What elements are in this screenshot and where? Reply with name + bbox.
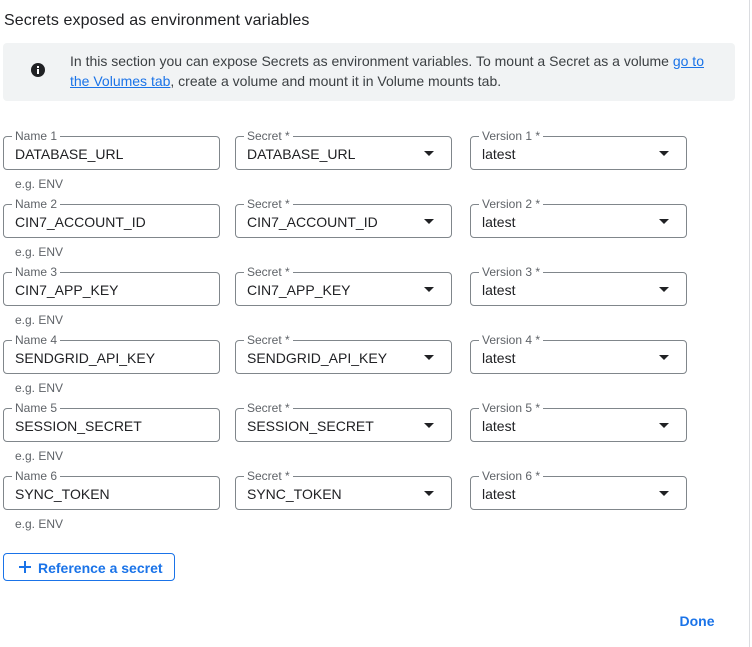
dropdown-arrow-icon[interactable]: [424, 287, 434, 292]
reference-secret-label: Reference a secret: [38, 560, 163, 576]
version-select-4[interactable]: Version 4 * latest: [470, 333, 687, 374]
info-text: In this section you can expose Secrets a…: [70, 51, 720, 91]
name-hint: e.g. ENV: [15, 381, 64, 395]
info-banner: In this section you can expose Secrets a…: [3, 43, 735, 101]
version-select-value: latest: [482, 350, 516, 366]
version-select-2[interactable]: Version 2 * latest: [470, 197, 687, 238]
dropdown-arrow-icon[interactable]: [424, 219, 434, 224]
secret-select-value: CIN7_ACCOUNT_ID: [247, 214, 378, 230]
info-icon: [31, 63, 45, 77]
panel-edge-divider: [749, 0, 750, 647]
name-field-label: Name 4: [12, 333, 61, 347]
dropdown-arrow-icon[interactable]: [424, 355, 434, 360]
secret-select-label: Secret *: [244, 265, 293, 279]
version-select-6[interactable]: Version 6 * latest: [470, 469, 687, 510]
secret-select-label: Secret *: [244, 401, 293, 415]
name-hint: e.g. ENV: [15, 245, 64, 259]
done-button[interactable]: Done: [668, 608, 726, 634]
name-field-value: DATABASE_URL: [15, 146, 124, 162]
version-select-value: latest: [482, 146, 516, 162]
name-field-4[interactable]: Name 4 SENDGRID_API_KEY: [3, 333, 220, 374]
name-field-value: CIN7_APP_KEY: [15, 282, 119, 298]
secret-select-1[interactable]: Secret * DATABASE_URL: [235, 129, 452, 170]
secret-select-4[interactable]: Secret * SENDGRID_API_KEY: [235, 333, 452, 374]
version-select-label: Version 2 *: [479, 197, 544, 211]
plus-icon: [19, 561, 31, 573]
secret-select-value: SESSION_SECRET: [247, 418, 374, 434]
name-field-6[interactable]: Name 6 SYNC_TOKEN: [3, 469, 220, 510]
info-text-after: , create a volume and mount it in Volume…: [170, 73, 502, 89]
name-field-label: Name 2: [12, 197, 61, 211]
version-select-value: latest: [482, 486, 516, 502]
name-hint: e.g. ENV: [15, 313, 64, 327]
name-field-value: SYNC_TOKEN: [15, 486, 110, 502]
dropdown-arrow-icon[interactable]: [659, 219, 669, 224]
dropdown-arrow-icon[interactable]: [659, 151, 669, 156]
name-field-value: SESSION_SECRET: [15, 418, 142, 434]
secret-select-label: Secret *: [244, 333, 293, 347]
version-select-label: Version 3 *: [479, 265, 544, 279]
secret-select-value: CIN7_APP_KEY: [247, 282, 351, 298]
version-select-3[interactable]: Version 3 * latest: [470, 265, 687, 306]
secret-select-value: DATABASE_URL: [247, 146, 356, 162]
secret-select-5[interactable]: Secret * SESSION_SECRET: [235, 401, 452, 442]
secret-select-label: Secret *: [244, 197, 293, 211]
version-select-value: latest: [482, 418, 516, 434]
secret-select-6[interactable]: Secret * SYNC_TOKEN: [235, 469, 452, 510]
secret-select-2[interactable]: Secret * CIN7_ACCOUNT_ID: [235, 197, 452, 238]
dropdown-arrow-icon[interactable]: [659, 491, 669, 496]
secret-select-label: Secret *: [244, 469, 293, 483]
section-title: Secrets exposed as environment variables: [4, 12, 310, 29]
version-select-1[interactable]: Version 1 * latest: [470, 129, 687, 170]
version-select-value: latest: [482, 214, 516, 230]
version-select-5[interactable]: Version 5 * latest: [470, 401, 687, 442]
version-select-label: Version 6 *: [479, 469, 544, 483]
name-hint: e.g. ENV: [15, 517, 64, 531]
name-field-label: Name 5: [12, 401, 61, 415]
name-field-2[interactable]: Name 2 CIN7_ACCOUNT_ID: [3, 197, 220, 238]
name-field-label: Name 1: [12, 129, 61, 143]
name-field-5[interactable]: Name 5 SESSION_SECRET: [3, 401, 220, 442]
version-select-label: Version 4 *: [479, 333, 544, 347]
dropdown-arrow-icon[interactable]: [424, 491, 434, 496]
name-field-3[interactable]: Name 3 CIN7_APP_KEY: [3, 265, 220, 306]
reference-secret-button[interactable]: Reference a secret: [3, 553, 175, 581]
dropdown-arrow-icon[interactable]: [659, 355, 669, 360]
name-field-label: Name 3: [12, 265, 61, 279]
info-text-before: In this section you can expose Secrets a…: [70, 53, 673, 69]
name-hint: e.g. ENV: [15, 449, 64, 463]
dropdown-arrow-icon[interactable]: [424, 423, 434, 428]
name-field-label: Name 6: [12, 469, 61, 483]
name-hint: e.g. ENV: [15, 177, 64, 191]
version-select-label: Version 5 *: [479, 401, 544, 415]
dropdown-arrow-icon[interactable]: [659, 423, 669, 428]
version-select-value: latest: [482, 282, 516, 298]
version-select-label: Version 1 *: [479, 129, 544, 143]
name-field-value: CIN7_ACCOUNT_ID: [15, 214, 146, 230]
secret-select-value: SENDGRID_API_KEY: [247, 350, 388, 366]
secret-select-3[interactable]: Secret * CIN7_APP_KEY: [235, 265, 452, 306]
secrets-env-panel: Secrets exposed as environment variables…: [0, 0, 752, 647]
name-field-1[interactable]: Name 1 DATABASE_URL: [3, 129, 220, 170]
dropdown-arrow-icon[interactable]: [659, 287, 669, 292]
secret-select-label: Secret *: [244, 129, 293, 143]
secret-select-value: SYNC_TOKEN: [247, 486, 342, 502]
name-field-value: SENDGRID_API_KEY: [15, 350, 156, 366]
dropdown-arrow-icon[interactable]: [424, 151, 434, 156]
